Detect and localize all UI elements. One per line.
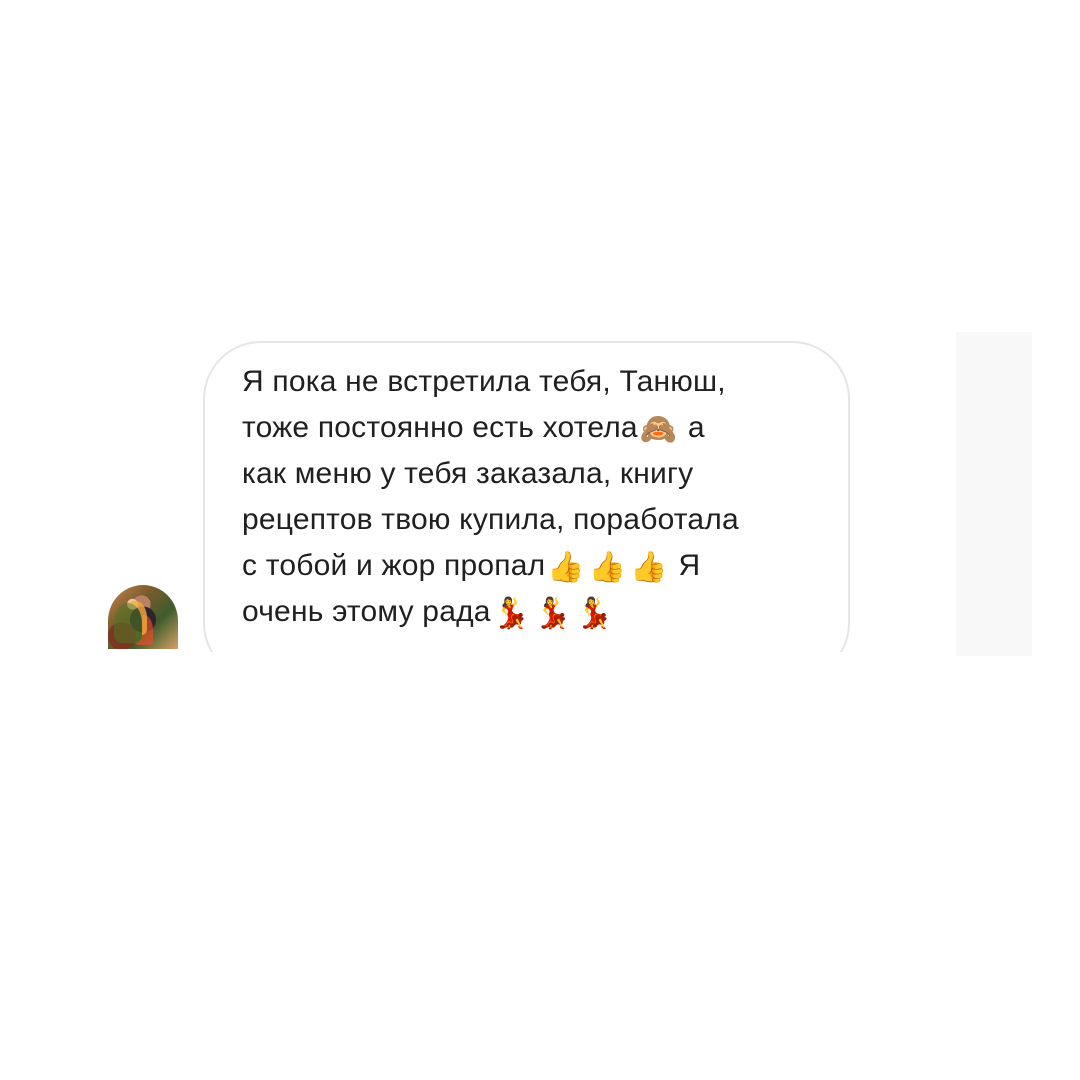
message-line-6-text: очень этому рада xyxy=(242,595,491,628)
message-line-2-text: тоже постоянно есть хотела xyxy=(242,411,638,444)
thumbs-up-icon: 👍 xyxy=(588,550,627,585)
message-line-5-tail: Я xyxy=(669,549,701,582)
dancer-icon: 💃 xyxy=(534,596,572,631)
message-thread-crop: Я пока не встретила тебя, Танюш, тоже по… xyxy=(0,0,1080,1080)
right-side-strip xyxy=(956,332,1032,656)
see-no-evil-monkey-icon: 🙈 xyxy=(639,412,678,447)
message-line-5-text: с тобой и жор пропал xyxy=(242,549,546,582)
message-line-1: Я пока не встретила тебя, Танюш, xyxy=(242,365,726,398)
message-line-2-tail: а xyxy=(679,411,705,444)
message-bubble-cropped-edge xyxy=(190,652,880,697)
thumbs-up-icon: 👍 xyxy=(630,550,668,585)
dancer-icon: 💃 xyxy=(575,596,614,631)
thumbs-up-icon: 👍 xyxy=(547,550,585,585)
message-line-3: как меню у тебя заказала, книгу xyxy=(242,457,694,490)
message-text: Я пока не встретила тебя, Танюш, тоже по… xyxy=(242,359,832,635)
dancer-icon: 💃 xyxy=(492,596,531,631)
message-line-4: рецептов твою купила, поработала xyxy=(242,503,739,536)
sender-avatar[interactable] xyxy=(108,585,178,649)
